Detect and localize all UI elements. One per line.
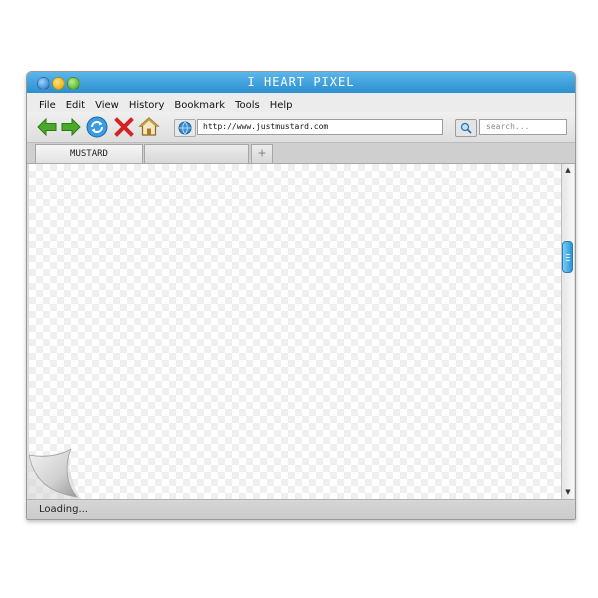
grip-line [566,254,570,255]
page-curl-icon [29,449,81,499]
scroll-down-arrow-icon[interactable]: ▼ [564,488,572,496]
forward-button[interactable] [60,116,82,138]
magnifier-icon [460,122,472,134]
navigation-toolbar: http://www.justmustard.com search... [27,112,575,143]
site-icon-box[interactable] [174,119,196,137]
back-button[interactable] [36,116,58,138]
menu-bar: File Edit View History Bookmark Tools Help [27,93,575,113]
window-title: I HEART PIXEL [247,75,355,89]
refresh-icon [86,116,108,138]
vertical-scrollbar[interactable]: ▲ ▼ [561,164,574,499]
search-button[interactable] [455,119,477,137]
tab-mustard[interactable]: MUSTARD [35,144,143,163]
browser-window: I HEART PIXEL File Edit View History Bookmar… [26,71,576,520]
grip-line [566,257,570,258]
home-button[interactable] [138,116,160,138]
tab-bar: MUSTARD + [27,143,575,164]
back-arrow-icon [37,117,57,137]
title-bar[interactable]: I HEART PIXEL [27,72,575,93]
new-tab-button[interactable]: + [251,144,273,163]
page-content-area[interactable] [29,164,561,499]
home-icon [138,117,160,136]
status-bar: Loading... [27,499,575,519]
scroll-up-arrow-icon[interactable]: ▲ [564,166,572,174]
scroll-thumb[interactable] [562,241,573,273]
stop-button[interactable] [113,116,135,138]
address-bar[interactable]: http://www.justmustard.com [197,119,443,135]
forward-arrow-icon [61,117,81,137]
tab-empty[interactable] [144,144,249,163]
status-text: Loading... [39,504,88,515]
stop-icon [114,117,134,137]
globe-icon [178,121,192,135]
search-input[interactable]: search... [479,119,567,135]
grip-line [566,260,570,261]
refresh-button[interactable] [86,116,108,138]
